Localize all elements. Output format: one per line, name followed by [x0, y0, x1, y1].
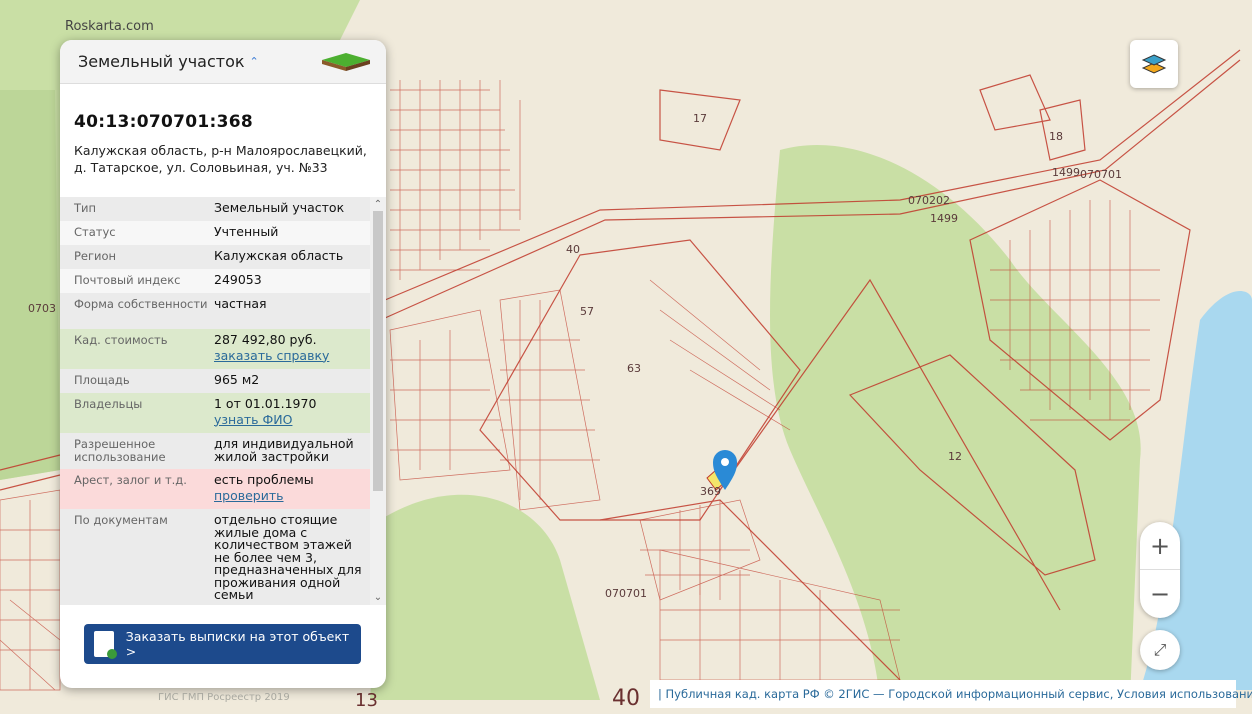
order-extracts-label: Заказать выписки на этот объект > — [125, 629, 350, 659]
row-key: По документам — [74, 513, 168, 527]
row-key: Регион — [74, 249, 117, 263]
panel-title: Земельный участок — [78, 52, 245, 71]
scroll-up-icon[interactable]: ⌃ — [370, 199, 386, 210]
zoom-control: + − — [1140, 522, 1180, 618]
table-row: Почтовый индекс 249053 — [60, 269, 370, 293]
check-link[interactable]: проверить — [214, 489, 364, 503]
info-panel: Земельный участок ⌃ 40:13:070701:368 Кал… — [60, 40, 386, 688]
table-row: Кад. стоимость 287 492,80 руб. заказать сп… — [60, 329, 370, 369]
table-row: Форма собственности частная — [60, 293, 370, 329]
map-label: 0703 — [28, 302, 56, 315]
row-value: частная — [214, 296, 267, 311]
row-value: Калужская область — [214, 248, 344, 263]
order-extracts-button[interactable]: Заказать выписки на этот объект > — [84, 624, 361, 664]
panel-footer: ГИС ГМП Росреестр 2019 — [158, 692, 290, 703]
map-label: 070701 — [605, 587, 647, 600]
row-value: Земельный участок — [214, 200, 345, 215]
zoom-out-button[interactable]: − — [1150, 570, 1170, 618]
site-name: Roskarta.com — [65, 19, 154, 34]
layers-icon — [1141, 54, 1167, 74]
properties-table: Тип Земельный участок Статус Учтенный Реги… — [60, 197, 370, 605]
map-label: 40 — [566, 243, 580, 256]
row-value: есть проблемы — [214, 472, 314, 487]
row-key: Владельцы — [74, 397, 143, 411]
scrollbar-thumb[interactable] — [373, 211, 383, 491]
row-key: Кад. стоимость — [74, 333, 168, 347]
row-value: 965 м2 — [214, 372, 260, 387]
row-key: Разрешенное использование — [74, 437, 166, 464]
row-value: отдельно стоящие жилые дома с количество… — [214, 512, 362, 602]
map-label: 369 — [700, 485, 721, 498]
table-row: Статус Учтенный — [60, 221, 370, 245]
table-row: Площадь 965 м2 — [60, 369, 370, 393]
row-value: для индивидуальной жилой застройки — [214, 436, 354, 464]
cadastral-number: 40:13:070701:368 — [74, 112, 253, 132]
map-label: 63 — [627, 362, 641, 375]
row-key: Форма собственности — [74, 297, 208, 311]
map-label: 17 — [693, 112, 707, 125]
panel-header[interactable]: Земельный участок ⌃ — [60, 40, 386, 84]
map-label: 13 — [355, 690, 378, 711]
map-label: 070701 — [1080, 168, 1122, 181]
row-value: 287 492,80 руб. — [214, 332, 317, 347]
table-row: Тип Земельный участок — [60, 197, 370, 221]
map-label: 40 — [612, 686, 640, 711]
row-key: Площадь — [74, 373, 130, 387]
map-label: 12 — [948, 450, 962, 463]
land-plot-icon — [322, 53, 370, 71]
row-value: Учтенный — [214, 224, 279, 239]
table-row: Владельцы 1 от 01.01.1970 узнать ФИО — [60, 393, 370, 433]
fullscreen-button[interactable]: ⤢ — [1140, 630, 1180, 670]
order-certificate-link[interactable]: заказать справку — [214, 349, 364, 363]
map-label: 18 — [1049, 130, 1063, 143]
map-label: 1499 — [1052, 166, 1080, 179]
address: Калужская область, р-н Малоярославецкий,… — [74, 143, 367, 175]
scroll-down-icon[interactable]: ⌄ — [370, 592, 386, 603]
row-value: 249053 — [214, 272, 262, 287]
table-row: По документам отдельно стоящие жилые дома… — [60, 509, 370, 605]
table-row: Регион Калужская область — [60, 245, 370, 269]
map-label: 070202 — [908, 194, 950, 207]
row-key: Арест, залог и т.д. — [74, 473, 187, 487]
fullscreen-icon: ⤢ — [1153, 640, 1167, 659]
chevron-up-icon[interactable]: ⌃ — [250, 55, 259, 68]
map-label: 57 — [580, 305, 594, 318]
row-value: 1 от 01.01.1970 — [214, 396, 317, 411]
table-row: Разрешенное использование для индивидуаль… — [60, 433, 370, 469]
row-key: Тип — [74, 201, 97, 215]
owner-name-link[interactable]: узнать ФИО — [214, 413, 364, 427]
table-row: Арест, залог и т.д. есть проблемы проверит… — [60, 469, 370, 509]
scrollbar[interactable]: ⌃ ⌄ — [370, 197, 386, 605]
row-key: Статус — [74, 225, 116, 239]
map-attribution[interactable]: | Публичная кад. карта РФ © 2ГИС — Город… — [650, 680, 1252, 708]
document-icon — [94, 631, 117, 659]
zoom-in-button[interactable]: + — [1140, 522, 1180, 570]
layers-button[interactable] — [1130, 40, 1178, 88]
map-label: 1499 — [930, 212, 958, 225]
row-key: Почтовый индекс — [74, 273, 181, 287]
